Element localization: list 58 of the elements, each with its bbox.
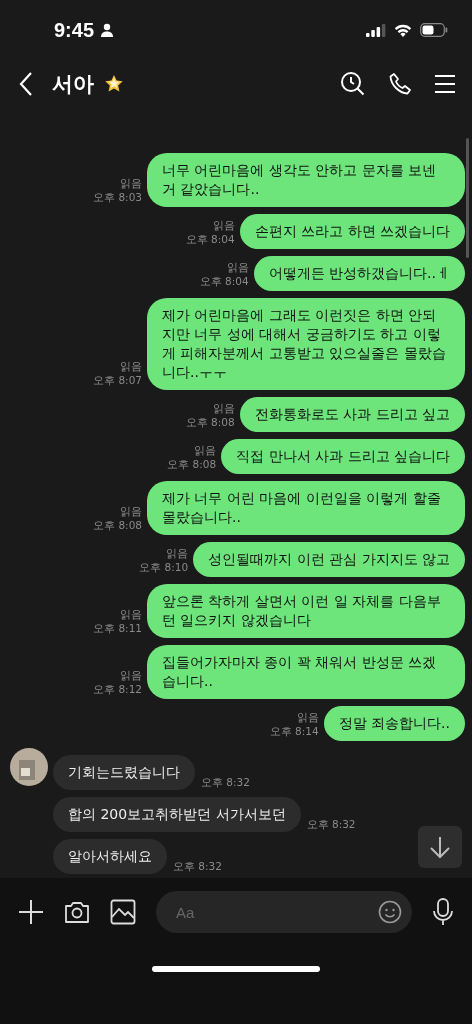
read-receipt: 읽음: [120, 608, 142, 622]
message-time: 오후 8:04: [199, 275, 249, 289]
image-icon[interactable]: [110, 899, 136, 925]
received-message: 알아서하세요: [53, 839, 167, 874]
sent-message: 어떻게든 반성하갰습니다..ㅔ: [253, 256, 465, 291]
sent-message: 집들어가자마자 종이 꽉 채워서 반성문 쓰겠습니다..: [147, 645, 465, 699]
avatar[interactable]: [10, 748, 48, 786]
down-arrow-icon[interactable]: [429, 835, 451, 859]
message-time: 오후 8:08: [185, 416, 235, 430]
status-time: 9:45: [54, 18, 95, 42]
signal-icon: [366, 23, 386, 37]
back-icon[interactable]: [18, 71, 34, 97]
sent-message: 정말 죄송합니다..: [323, 706, 465, 741]
sent-message: 제가 너무 어린 마음에 이런일을 이렇게 할줄 몰랐습니다..: [147, 481, 465, 535]
read-receipt: 읽음: [212, 402, 235, 416]
read-receipt: 읽음: [226, 261, 249, 275]
read-receipt: 읽음: [166, 547, 189, 561]
sent-message: 제가 어린마음에 그래도 이런짓은 하면 안되지만 너무 성에 대해서 궁금하기도 하고 이렇게 피해자분께서 고통받고 있으실줄은 몰랐습니다..ㅜㅜ: [147, 298, 465, 390]
wifi-icon: [394, 23, 412, 37]
read-receipt: 읽음: [120, 360, 142, 374]
message-time: 오후 8:32: [306, 818, 356, 832]
sent-message: 전화통화로도 사과 드리고 싶고: [239, 397, 465, 432]
sent-message: 너무 어린마음에 생각도 안하고 문자를 보넨거 같았습니다..: [147, 153, 465, 207]
received-message: 합의 200보고취하받던 서가서보던: [53, 797, 301, 832]
message-time: 오후 8:03: [93, 191, 142, 205]
read-receipt: 읽음: [212, 219, 235, 233]
message-time: 오후 8:08: [93, 519, 142, 533]
sent-message: 직접 만나서 사과 드리고 싶습니다: [221, 439, 465, 474]
read-receipt: 읽음: [296, 711, 319, 725]
message-time: 오후 8:14: [269, 725, 319, 739]
sent-message: 성인될때까지 이런 관심 가지지도 않고: [193, 542, 465, 577]
message-time: 오후 8:32: [173, 860, 222, 874]
emoji-icon[interactable]: [378, 900, 402, 924]
sent-message: 손편지 쓰라고 하면 쓰겠습니다: [239, 214, 465, 249]
message-time: 오후 8:07: [93, 374, 142, 388]
scroll-down-button[interactable]: [418, 826, 462, 868]
read-receipt: 읽음: [120, 669, 142, 683]
read-receipt: 읽음: [194, 444, 217, 458]
message-time: 오후 8:04: [185, 233, 235, 247]
person-icon: [100, 23, 115, 37]
read-receipt: 읽음: [120, 177, 142, 191]
read-receipt: 읽음: [120, 505, 142, 519]
microphone-icon[interactable]: [432, 898, 454, 926]
message-field[interactable]: Aa: [156, 891, 412, 933]
chat-title: 서아: [52, 71, 94, 98]
camera-icon[interactable]: [64, 899, 90, 925]
message-time: 오후 8:12: [93, 683, 142, 697]
message-time: 오후 8:11: [93, 622, 142, 636]
menu-icon[interactable]: [434, 74, 456, 94]
message-time: 오후 8:08: [167, 458, 217, 472]
plus-icon[interactable]: [18, 899, 44, 925]
message-time: 오후 8:10: [139, 561, 189, 575]
sent-message: 앞으론 착하게 살면서 이런 일 자체를 다음부턴 일으키지 않겠습니다: [147, 584, 465, 638]
search-icon[interactable]: [340, 71, 366, 97]
message-time: 오후 8:32: [201, 776, 250, 790]
battery-icon: [420, 23, 448, 37]
received-message: 기회는드렸습니다: [53, 755, 195, 790]
phone-icon[interactable]: [388, 72, 412, 96]
